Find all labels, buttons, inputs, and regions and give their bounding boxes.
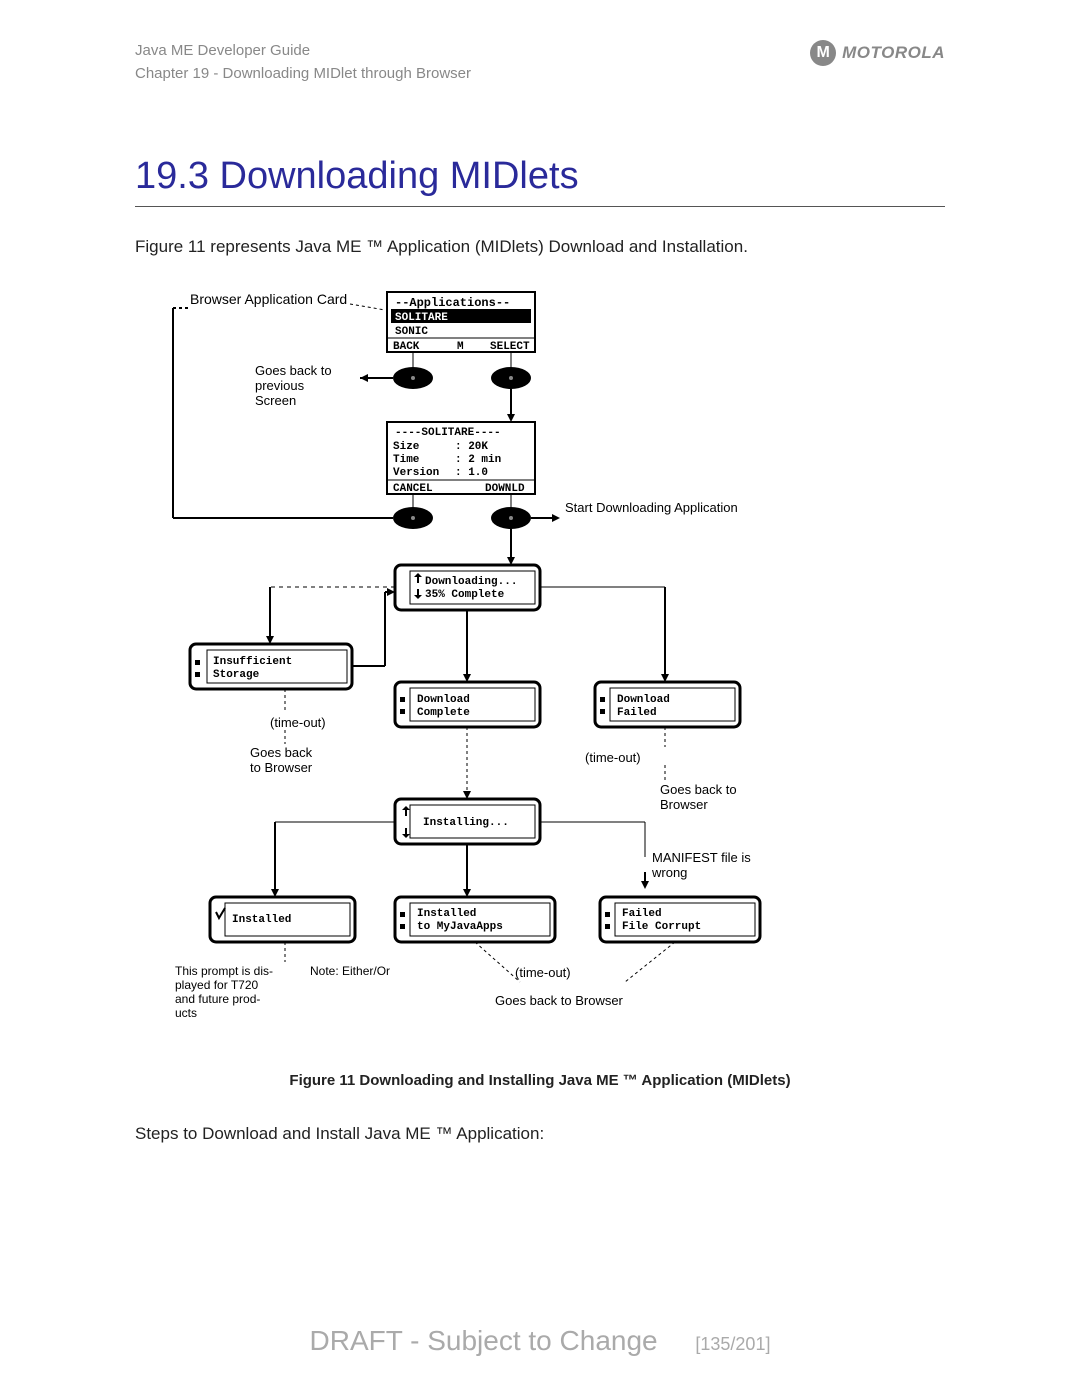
- svg-text:Insufficient: Insufficient: [213, 656, 292, 668]
- phone-file-corrupt: Failed File Corrupt: [600, 897, 760, 942]
- prompt-2: played for T720: [175, 978, 258, 992]
- svg-text:Installed: Installed: [232, 914, 291, 926]
- phone-complete: Download Complete: [395, 682, 540, 727]
- figure-container: Browser Application Card --Applications-…: [135, 282, 945, 1089]
- phone-insufficient: Insufficient Storage: [190, 644, 352, 689]
- details-title: ----SOLITARE----: [395, 427, 501, 439]
- draft-text: DRAFT - Subject to Change: [310, 1325, 658, 1356]
- svg-text:Complete: Complete: [417, 707, 470, 719]
- browser-word: Browser: [660, 797, 708, 812]
- chapter-title: Chapter 19 - Downloading MIDlet through …: [135, 63, 471, 86]
- svg-text:Downloading...: Downloading...: [425, 576, 517, 588]
- goes-back-prev-3: Screen: [255, 393, 296, 408]
- apps-item2: SONIC: [395, 326, 428, 338]
- header-text: Java ME Developer Guide Chapter 19 - Dow…: [135, 40, 471, 85]
- svg-text:Installing...: Installing...: [423, 817, 509, 829]
- goes-back-b1: Goes back: [250, 745, 313, 760]
- motorola-icon: M: [810, 40, 836, 66]
- goes-back-bottom: Goes back to Browser: [495, 993, 624, 1008]
- flowchart-diagram: Browser Application Card --Applications-…: [155, 282, 799, 1047]
- label-browser-card: Browser Application Card: [190, 291, 347, 307]
- goes-back-b2: to Browser: [250, 760, 313, 775]
- page-header: Java ME Developer Guide Chapter 19 - Dow…: [135, 40, 945, 85]
- svg-text:File Corrupt: File Corrupt: [622, 921, 701, 933]
- phone-installing: Installing...: [395, 799, 540, 844]
- page-number: [135/201]: [695, 1334, 770, 1354]
- apps-title: --Applications--: [395, 296, 510, 310]
- section-heading: 19.3 Downloading MIDlets: [135, 155, 945, 198]
- phone-installed: Installed: [210, 897, 355, 942]
- svg-text:to MyJavaApps: to MyJavaApps: [417, 921, 503, 933]
- time-l: Time: [393, 454, 420, 466]
- intro-paragraph: Figure 11 represents Java ME ™ Applicati…: [135, 237, 945, 257]
- time-v: : 2 min: [455, 454, 501, 466]
- prompt-4: ucts: [175, 1006, 197, 1020]
- phone-installed-apps: Installed to MyJavaApps: [395, 897, 555, 942]
- phone-failed: Download Failed: [595, 682, 740, 727]
- brand-logo: M MOTOROLA: [810, 40, 945, 66]
- prompt-3: and future prod-: [175, 992, 260, 1006]
- svg-text:Download: Download: [617, 694, 670, 706]
- apps-m: M: [457, 341, 464, 353]
- steps-intro: Steps to Download and Install Java ME ™ …: [135, 1124, 945, 1144]
- svg-text:Installed: Installed: [417, 908, 476, 920]
- manifest-2: wrong: [651, 865, 687, 880]
- timeout-1: (time-out): [270, 715, 326, 730]
- svg-text:35% Complete: 35% Complete: [425, 589, 505, 601]
- apps-item1: SOLITARE: [395, 312, 448, 324]
- figure-caption: Figure 11 Downloading and Installing Jav…: [135, 1072, 945, 1089]
- manifest-1: MANIFEST file is: [652, 850, 751, 865]
- doc-title: Java ME Developer Guide: [135, 40, 471, 63]
- brand-name: MOTOROLA: [842, 43, 945, 63]
- ver-l: Version: [393, 467, 439, 479]
- timeout-2: (time-out): [585, 750, 641, 765]
- svg-text:Download: Download: [417, 694, 470, 706]
- timeout-3: (time-out): [515, 965, 571, 980]
- svg-text:Failed: Failed: [622, 908, 662, 920]
- note-either: Note: Either/Or: [310, 964, 390, 978]
- goes-back-prev-1: Goes back to: [255, 363, 332, 378]
- apps-select: SELECT: [490, 341, 530, 353]
- svg-text:Storage: Storage: [213, 669, 260, 681]
- heading-rule: [135, 206, 945, 207]
- goes-back-prev-2: previous: [255, 378, 305, 393]
- size-l: Size: [393, 441, 420, 453]
- download-lbl: DOWNLD: [485, 483, 525, 495]
- size-v: : 20K: [455, 441, 488, 453]
- page-footer: DRAFT - Subject to Change [135/201]: [0, 1325, 1080, 1357]
- prompt-1: This prompt is dis-: [175, 964, 273, 978]
- goes-back-single: Goes back to: [660, 782, 737, 797]
- cancel-lbl: CANCEL: [393, 483, 433, 495]
- apps-back: BACK: [393, 341, 420, 353]
- phone-downloading: Downloading... 35% Complete: [395, 565, 540, 610]
- ver-v: : 1.0: [455, 467, 488, 479]
- svg-text:Failed: Failed: [617, 707, 657, 719]
- start-download: Start Downloading Application: [565, 500, 738, 515]
